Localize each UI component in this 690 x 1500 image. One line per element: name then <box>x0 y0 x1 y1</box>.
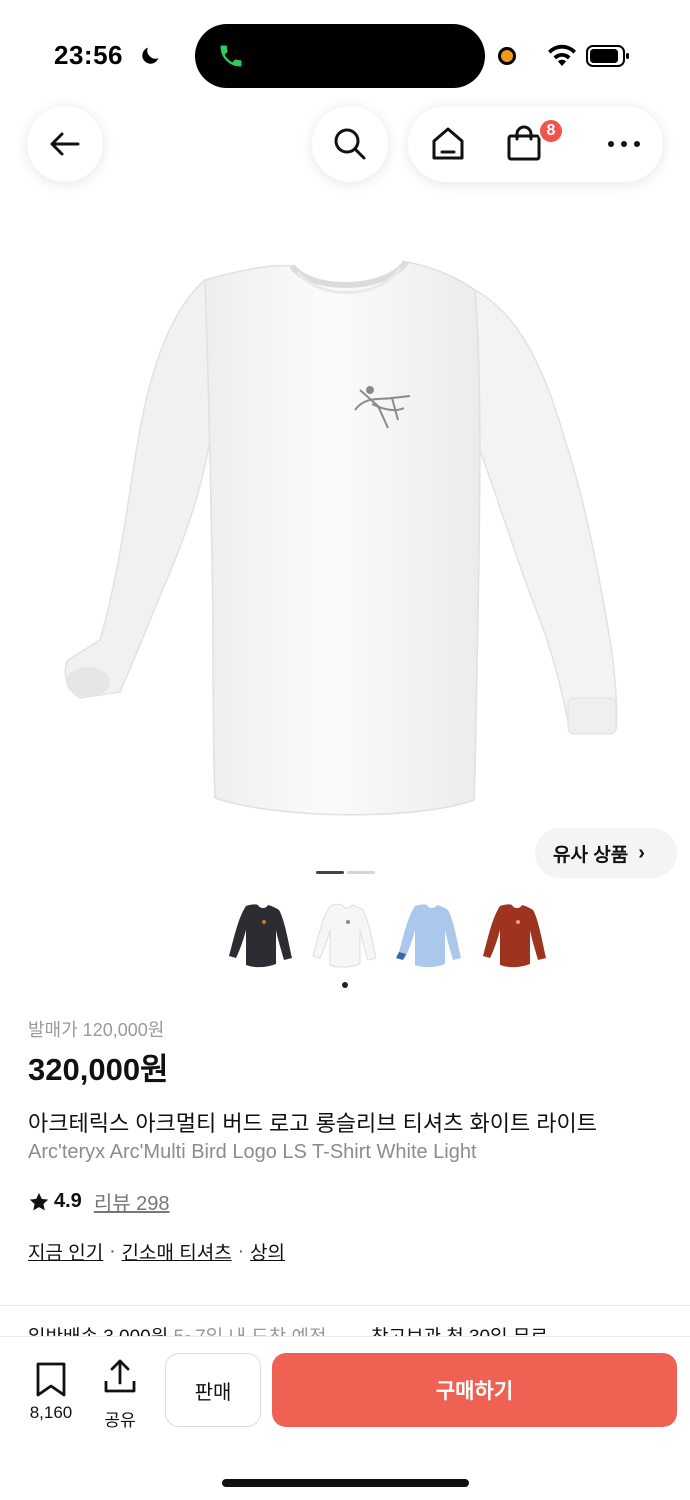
similar-products-button[interactable]: 유사 상품 › <box>535 828 677 878</box>
share-icon <box>104 1359 136 1393</box>
battery-icon <box>586 45 629 67</box>
bookmark-button[interactable]: 8,160 <box>22 1361 80 1431</box>
sell-button[interactable]: 판매 <box>165 1353 261 1427</box>
search-button[interactable] <box>312 106 388 182</box>
category-link-popular[interactable]: 지금 인기 <box>28 1238 103 1265</box>
category-links: 지금 인기 · 긴소매 티셔츠 · 상의 <box>28 1238 285 1265</box>
color-option-thumbnail-selected[interactable] <box>308 900 382 972</box>
product-name-english: Arc'teryx Arc'Multi Bird Logo LS T-Shirt… <box>28 1141 477 1163</box>
rating-row: 4.9 리뷰 298 <box>28 1187 170 1216</box>
bottom-action-bar: 8,160 공유 판매 구매하기 <box>0 1336 690 1500</box>
more-icon <box>608 141 640 147</box>
category-link-long-sleeve[interactable]: 긴소매 티셔츠 <box>122 1238 232 1265</box>
product-price: 320,000원 <box>28 1052 169 1087</box>
gallery-page-indicator <box>347 871 375 874</box>
buy-button[interactable]: 구매하기 <box>272 1353 677 1427</box>
rating-value: 4.9 <box>54 1190 82 1212</box>
share-button[interactable]: 공유 <box>98 1359 142 1430</box>
similar-products-label: 유사 상품 <box>553 844 629 866</box>
home-button[interactable] <box>428 124 468 164</box>
color-option-thumbnail[interactable] <box>393 900 467 972</box>
review-count-link[interactable]: 리뷰 298 <box>94 1187 170 1216</box>
wifi-icon <box>548 44 576 66</box>
category-separator: · <box>109 1240 116 1262</box>
status-time: 23:56 <box>54 40 123 70</box>
dynamic-island[interactable] <box>195 24 485 88</box>
back-arrow-icon <box>50 132 80 156</box>
recording-indicator <box>498 47 516 65</box>
gallery-page-indicator-active <box>316 871 344 874</box>
color-option-thumbnail[interactable] <box>224 900 298 972</box>
category-separator: · <box>237 1240 245 1262</box>
home-icon <box>432 127 464 160</box>
home-indicator[interactable] <box>222 1479 469 1487</box>
release-price: 발매가 120,000원 <box>28 1020 165 1040</box>
product-image[interactable] <box>0 200 690 880</box>
search-icon <box>334 128 366 160</box>
phone-call-icon <box>220 45 242 67</box>
bookmark-icon <box>36 1362 66 1397</box>
more-button[interactable] <box>604 124 644 164</box>
share-label: 공유 <box>104 1411 136 1430</box>
selected-thumbnail-dot <box>342 982 348 988</box>
category-link-tops[interactable]: 상의 <box>250 1238 285 1265</box>
star-icon <box>29 1192 49 1210</box>
color-option-thumbnail[interactable] <box>478 900 552 972</box>
product-name-korean: 아크테릭스 아크멀티 버드 로고 롱슬리브 티셔츠 화이트 라이트 <box>28 1111 598 1136</box>
cart-count-badge: 8 <box>538 118 564 144</box>
nav-actions: 8 <box>408 106 663 182</box>
status-bar: 23:56 <box>0 0 690 100</box>
section-divider <box>0 1305 690 1306</box>
moon-icon <box>142 47 159 64</box>
bookmark-count: 8,160 <box>29 1403 73 1422</box>
back-button[interactable] <box>27 106 103 182</box>
chevron-right-icon: › <box>638 841 645 864</box>
